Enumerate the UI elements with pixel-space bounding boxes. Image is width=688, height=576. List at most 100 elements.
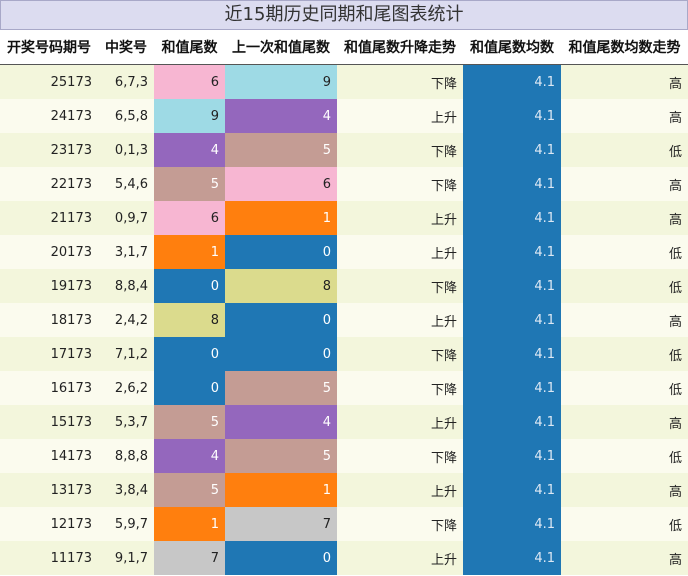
cell-tail: 0 <box>154 337 225 371</box>
cell-avg: 4.1 <box>463 303 561 337</box>
cell-period: 22173 <box>0 167 98 201</box>
cell-avg-trend: 低 <box>561 337 688 371</box>
cell-tail: 6 <box>154 201 225 235</box>
header-avg: 和值尾数均数 <box>463 30 561 65</box>
cell-trend: 上升 <box>337 541 463 575</box>
cell-tail: 1 <box>154 507 225 541</box>
cell-avg: 4.1 <box>463 269 561 303</box>
cell-prev-tail: 6 <box>225 167 337 201</box>
cell-numbers: 6,5,8 <box>98 99 154 133</box>
cell-avg-trend: 低 <box>561 439 688 473</box>
cell-prev-tail: 0 <box>225 235 337 269</box>
cell-tail: 8 <box>154 303 225 337</box>
cell-tail: 4 <box>154 439 225 473</box>
cell-avg-trend: 高 <box>561 473 688 507</box>
cell-avg: 4.1 <box>463 473 561 507</box>
cell-trend: 上升 <box>337 473 463 507</box>
cell-avg-trend: 高 <box>561 541 688 575</box>
cell-avg: 4.1 <box>463 371 561 405</box>
cell-trend: 下降 <box>337 371 463 405</box>
table-row: 21173 0,9,7 6 1 上升 4.1 高 <box>0 201 688 235</box>
cell-tail: 5 <box>154 473 225 507</box>
table-row: 19173 8,8,4 0 8 下降 4.1 低 <box>0 269 688 303</box>
cell-period: 15173 <box>0 405 98 439</box>
cell-trend: 上升 <box>337 201 463 235</box>
cell-avg: 4.1 <box>463 167 561 201</box>
table-title: 近15期历史同期和尾图表统计 <box>0 0 688 30</box>
table-row: 18173 2,4,2 8 0 上升 4.1 高 <box>0 303 688 337</box>
cell-tail: 7 <box>154 541 225 575</box>
table-row: 20173 3,1,7 1 0 上升 4.1 低 <box>0 235 688 269</box>
header-avg-trend: 和值尾数均数走势 <box>561 30 688 65</box>
cell-avg: 4.1 <box>463 99 561 133</box>
header-period: 开奖号码期号 <box>0 30 98 65</box>
cell-avg-trend: 高 <box>561 303 688 337</box>
header-numbers: 中奖号 <box>98 30 154 65</box>
cell-numbers: 9,1,7 <box>98 541 154 575</box>
cell-avg: 4.1 <box>463 507 561 541</box>
cell-trend: 下降 <box>337 167 463 201</box>
header-tail: 和值尾数 <box>154 30 225 65</box>
cell-period: 19173 <box>0 269 98 303</box>
table-row: 17173 7,1,2 0 0 下降 4.1 低 <box>0 337 688 371</box>
cell-avg-trend: 低 <box>561 371 688 405</box>
table-row: 22173 5,4,6 5 6 下降 4.1 高 <box>0 167 688 201</box>
cell-numbers: 3,8,4 <box>98 473 154 507</box>
cell-avg: 4.1 <box>463 201 561 235</box>
cell-tail: 0 <box>154 371 225 405</box>
cell-prev-tail: 4 <box>225 405 337 439</box>
cell-trend: 下降 <box>337 133 463 167</box>
cell-avg: 4.1 <box>463 541 561 575</box>
cell-trend: 上升 <box>337 99 463 133</box>
header-prev-tail: 上一次和值尾数 <box>225 30 337 65</box>
cell-avg-trend: 高 <box>561 167 688 201</box>
header-row: 开奖号码期号 中奖号 和值尾数 上一次和值尾数 和值尾数升降走势 和值尾数均数 … <box>0 30 688 65</box>
cell-period: 12173 <box>0 507 98 541</box>
cell-tail: 0 <box>154 269 225 303</box>
cell-numbers: 0,9,7 <box>98 201 154 235</box>
cell-numbers: 2,6,2 <box>98 371 154 405</box>
cell-prev-tail: 1 <box>225 201 337 235</box>
cell-numbers: 3,1,7 <box>98 235 154 269</box>
cell-numbers: 8,8,4 <box>98 269 154 303</box>
cell-trend: 下降 <box>337 269 463 303</box>
cell-avg: 4.1 <box>463 235 561 269</box>
table-row: 13173 3,8,4 5 1 上升 4.1 高 <box>0 473 688 507</box>
cell-period: 16173 <box>0 371 98 405</box>
table-row: 14173 8,8,8 4 5 下降 4.1 低 <box>0 439 688 473</box>
cell-trend: 上升 <box>337 235 463 269</box>
cell-trend: 下降 <box>337 337 463 371</box>
cell-numbers: 5,9,7 <box>98 507 154 541</box>
table-row: 16173 2,6,2 0 5 下降 4.1 低 <box>0 371 688 405</box>
cell-prev-tail: 0 <box>225 337 337 371</box>
cell-prev-tail: 7 <box>225 507 337 541</box>
history-table: 开奖号码期号 中奖号 和值尾数 上一次和值尾数 和值尾数升降走势 和值尾数均数 … <box>0 30 688 575</box>
cell-avg-trend: 低 <box>561 269 688 303</box>
cell-period: 20173 <box>0 235 98 269</box>
cell-prev-tail: 0 <box>225 541 337 575</box>
table-row: 15173 5,3,7 5 4 上升 4.1 高 <box>0 405 688 439</box>
cell-prev-tail: 1 <box>225 473 337 507</box>
cell-tail: 1 <box>154 235 225 269</box>
cell-tail: 5 <box>154 167 225 201</box>
cell-avg: 4.1 <box>463 405 561 439</box>
cell-period: 25173 <box>0 64 98 99</box>
table-row: 11173 9,1,7 7 0 上升 4.1 高 <box>0 541 688 575</box>
table-row: 12173 5,9,7 1 7 下降 4.1 低 <box>0 507 688 541</box>
cell-tail: 6 <box>154 64 225 99</box>
cell-trend: 上升 <box>337 303 463 337</box>
cell-avg-trend: 高 <box>561 201 688 235</box>
cell-tail: 9 <box>154 99 225 133</box>
cell-period: 17173 <box>0 337 98 371</box>
cell-numbers: 5,3,7 <box>98 405 154 439</box>
cell-prev-tail: 8 <box>225 269 337 303</box>
cell-numbers: 8,8,8 <box>98 439 154 473</box>
cell-numbers: 0,1,3 <box>98 133 154 167</box>
table-row: 23173 0,1,3 4 5 下降 4.1 低 <box>0 133 688 167</box>
cell-avg-trend: 低 <box>561 133 688 167</box>
cell-prev-tail: 5 <box>225 371 337 405</box>
cell-numbers: 5,4,6 <box>98 167 154 201</box>
cell-avg-trend: 低 <box>561 507 688 541</box>
cell-period: 23173 <box>0 133 98 167</box>
cell-numbers: 6,7,3 <box>98 64 154 99</box>
